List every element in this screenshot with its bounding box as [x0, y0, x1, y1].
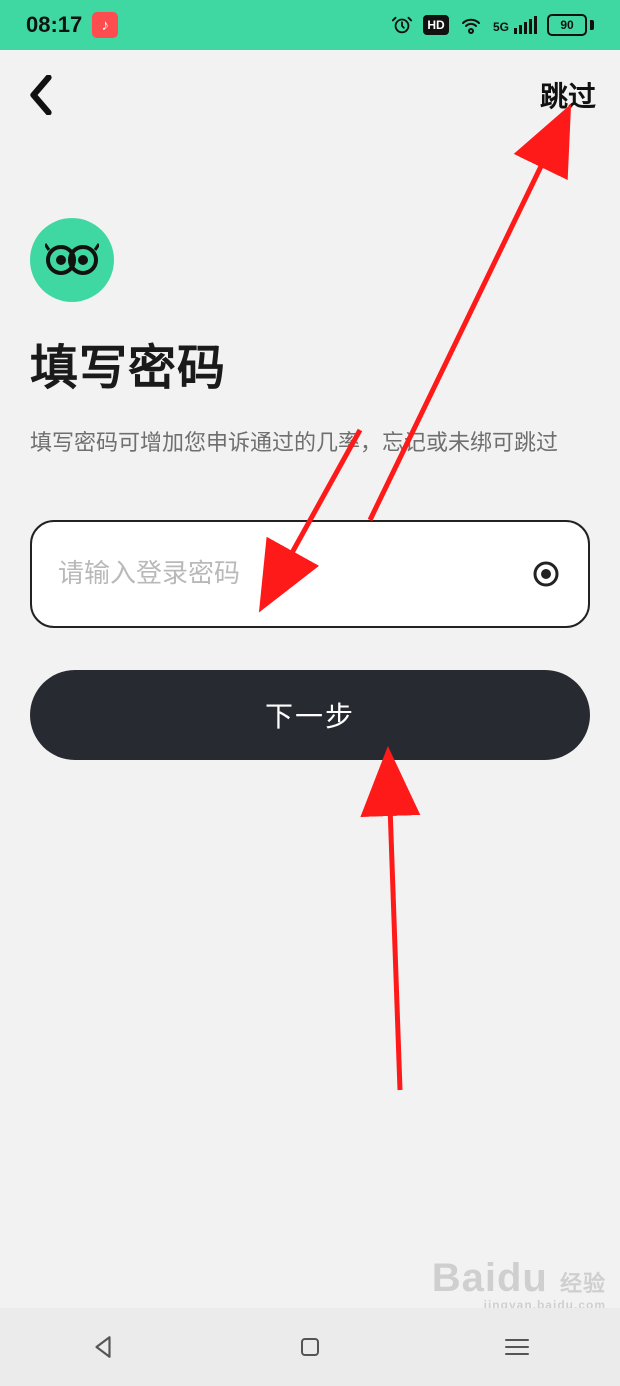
avatar-owl-icon [30, 218, 114, 302]
page-subtitle: 填写密码可增加您申诉通过的几率，忘记或未绑可跳过 [30, 422, 590, 464]
nav-recent-button[interactable] [457, 1322, 577, 1372]
battery-icon: 90 [547, 14, 594, 36]
square-home-icon [298, 1335, 322, 1359]
chevron-left-icon [27, 75, 55, 115]
status-bar: 08:17 ♪ HD 5G 90 [0, 0, 620, 50]
next-button[interactable]: 下一步 [30, 670, 590, 760]
top-nav: 跳过 [0, 50, 620, 140]
visibility-toggle-icon[interactable] [530, 558, 562, 590]
menu-recent-icon [503, 1336, 531, 1358]
triangle-back-icon [90, 1334, 116, 1360]
hd-icon: HD [423, 15, 449, 35]
skip-button[interactable]: 跳过 [540, 75, 596, 115]
password-input[interactable] [58, 558, 530, 589]
wifi-icon [459, 15, 483, 35]
nav-back-button[interactable] [43, 1322, 163, 1372]
back-button[interactable] [18, 72, 64, 118]
next-button-label: 下一步 [265, 695, 355, 735]
music-icon: ♪ [92, 12, 118, 38]
nav-home-button[interactable] [250, 1322, 370, 1372]
system-nav-bar [0, 1308, 620, 1386]
alarm-icon [391, 14, 413, 36]
status-time: 08:17 [26, 12, 82, 38]
password-field[interactable] [30, 520, 590, 628]
page-title: 填写密码 [30, 328, 590, 398]
network-icon: 5G [493, 16, 537, 34]
watermark: Baidu 经验 jingyan.baidu.com [432, 1257, 606, 1312]
